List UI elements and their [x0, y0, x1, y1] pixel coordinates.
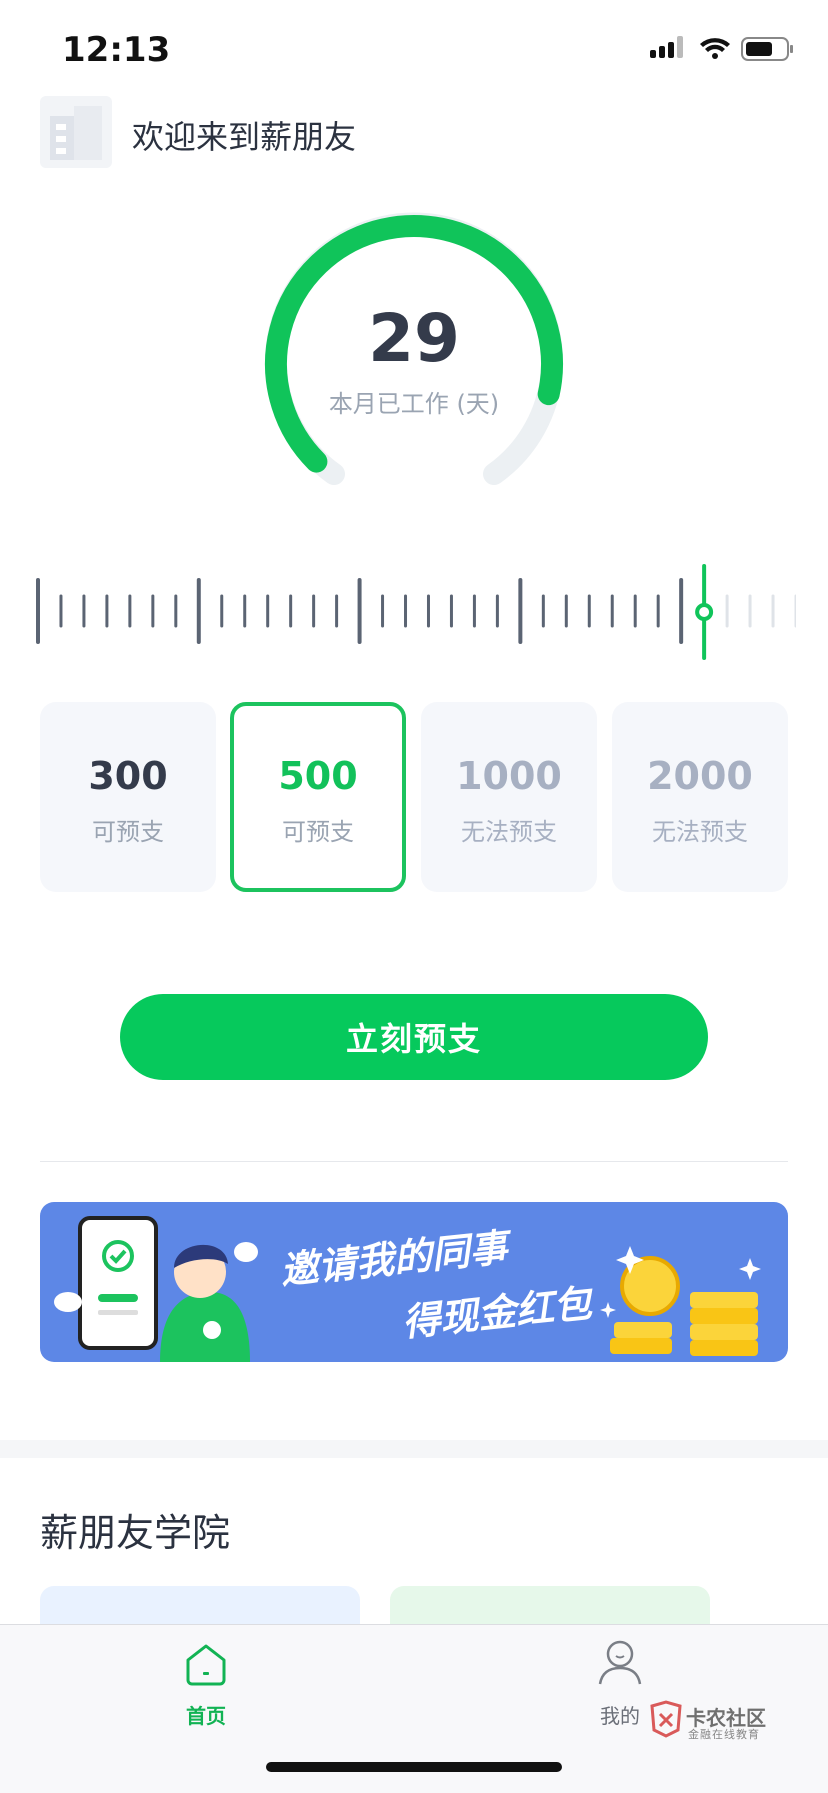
amount-card-500[interactable]: 500 可预支	[230, 702, 406, 892]
banner-title-line2: 得现金红包	[400, 1281, 594, 1345]
amount-ruler-slider[interactable]	[36, 560, 796, 670]
ruler-handle-knob[interactable]	[695, 603, 714, 621]
gold-coins-illustration	[600, 1246, 761, 1356]
amount-status: 无法预支	[652, 818, 748, 846]
academy-card[interactable]	[40, 1586, 360, 1626]
company-logo	[40, 96, 112, 168]
academy-card[interactable]	[390, 1586, 710, 1626]
wifi-icon	[700, 38, 730, 59]
invite-colleague-banner[interactable]: 邀请我的同事 得现金红包	[40, 1202, 788, 1362]
tab-mine[interactable]: 我的	[590, 1700, 650, 1729]
divider	[40, 1161, 788, 1162]
amount-card-1000[interactable]: 1000 无法预支	[421, 702, 597, 892]
amount-value: 300	[88, 754, 168, 798]
building-icon	[50, 106, 102, 160]
section-separator	[0, 1440, 828, 1458]
cellular-signal-icon	[650, 36, 683, 58]
days-worked-value: 29	[368, 300, 460, 377]
amount-value: 2000	[647, 754, 753, 798]
watermark-subtitle: 金融在线教育	[688, 1728, 760, 1741]
tab-home[interactable]: 首页	[176, 1700, 236, 1729]
home-indicator	[266, 1762, 562, 1772]
mascot-illustration	[54, 1216, 258, 1362]
amount-status: 可预支	[92, 818, 164, 846]
user-icon[interactable]	[596, 1638, 644, 1688]
amount-value: 500	[278, 754, 358, 798]
amount-value: 1000	[456, 754, 562, 798]
amount-card-300[interactable]: 300 可预支	[40, 702, 216, 892]
amount-status: 无法预支	[461, 818, 557, 846]
academy-section-title: 薪朋友学院	[40, 1511, 231, 1555]
banner-title-line1: 邀请我的同事	[278, 1225, 510, 1293]
days-worked-label: 本月已工作 (天)	[328, 390, 500, 418]
amount-card-2000[interactable]: 2000 无法预支	[612, 702, 788, 892]
watermark-logo-icon	[650, 1700, 682, 1738]
amount-status: 可预支	[282, 818, 354, 846]
advance-now-button[interactable]: 立刻预支	[120, 994, 708, 1080]
status-icons	[650, 36, 793, 61]
battery-icon	[741, 37, 793, 61]
home-icon[interactable]	[182, 1640, 230, 1688]
welcome-title: 欢迎来到薪朋友	[132, 118, 357, 156]
status-time: 12:13	[62, 30, 171, 70]
